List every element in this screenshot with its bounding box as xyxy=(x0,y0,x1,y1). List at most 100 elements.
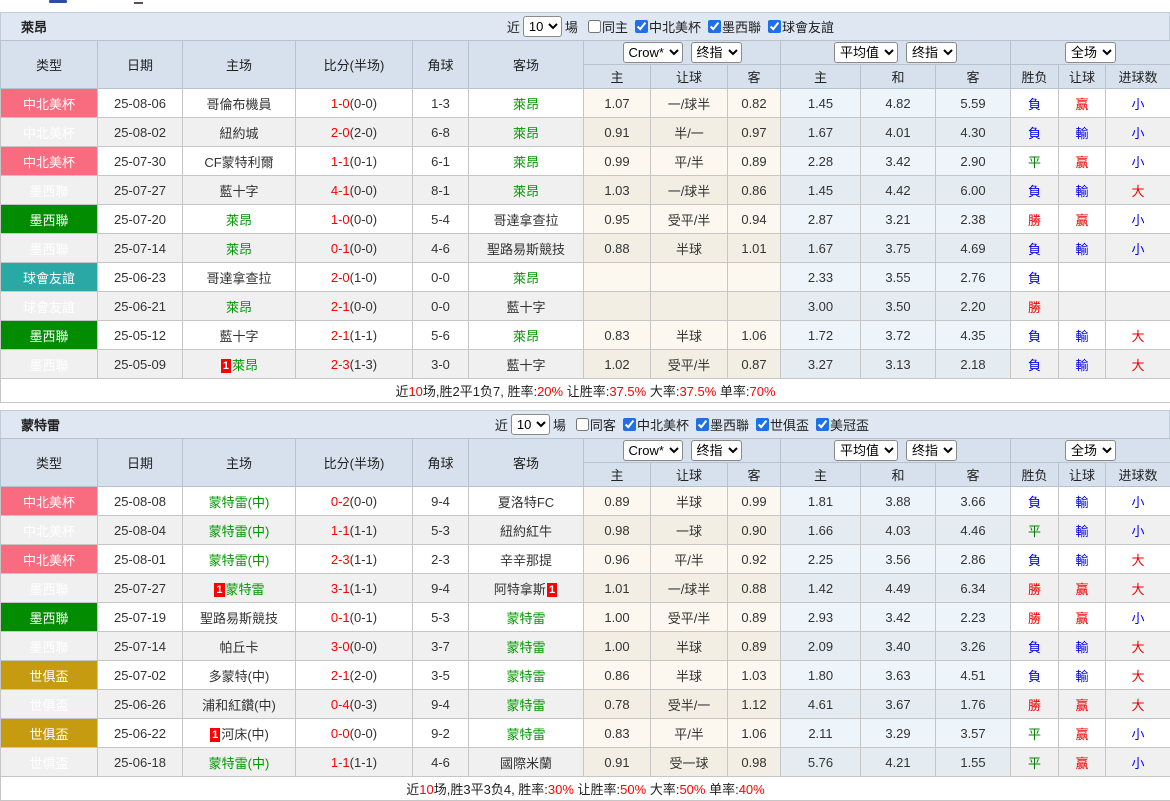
summary-segment: 单率: xyxy=(716,384,749,399)
league-filter-toggle[interactable]: 世俱盃 xyxy=(749,415,809,434)
league-filter-toggle[interactable]: 墨西聯 xyxy=(689,415,749,434)
avg-away-cell: 3.57 xyxy=(936,719,1011,748)
fulltime-score: 0-1 xyxy=(331,241,350,256)
odds-final-select[interactable]: 终指 xyxy=(691,440,742,461)
col-wdl: 胜负 xyxy=(1011,463,1059,487)
same-venue-checkbox[interactable] xyxy=(576,418,589,431)
home-team-cell: 藍十字 xyxy=(183,321,296,350)
avg-draw-cell: 3.21 xyxy=(861,205,936,234)
odds-away-cell: 1.03 xyxy=(728,661,781,690)
rounds-select[interactable]: 10 xyxy=(523,16,562,37)
league-checkbox[interactable] xyxy=(708,20,721,33)
summary-segment: 10 xyxy=(408,384,422,399)
scope-select[interactable]: 全场 xyxy=(1065,440,1116,461)
fulltime-score: 2-1 xyxy=(331,668,350,683)
league-filter-toggle[interactable]: 球會友誼 xyxy=(761,17,834,36)
odds-away-cell: 0.89 xyxy=(728,603,781,632)
rank-badge: 1 xyxy=(210,728,220,742)
avg-home-cell: 2.25 xyxy=(781,545,861,574)
summary-segment: 大率: xyxy=(646,384,679,399)
league-filter-toggle[interactable]: 墨西聯 xyxy=(701,17,761,36)
odds-source-select[interactable]: Crow* xyxy=(623,440,683,461)
league-type-cell: 世俱盃 xyxy=(1,661,98,690)
league-checkbox[interactable] xyxy=(696,418,709,431)
team-name-text: 辛辛那提 xyxy=(500,553,552,568)
score-cell: 1-1(1-1) xyxy=(296,748,413,777)
date-cell: 25-07-14 xyxy=(98,234,183,263)
match-row: 墨西聯25-07-14帕丘卡3-0(0-0)3-7蒙特雷1.00半球0.892.… xyxy=(1,632,1170,661)
team-name-text: 紐約紅牛 xyxy=(500,524,552,539)
odds-handicap-cell: 受平/半 xyxy=(651,603,728,632)
avg-home-cell: 2.33 xyxy=(781,263,861,292)
fulltime-score: 2-1 xyxy=(331,299,350,314)
handicap-result-cell: 輸 xyxy=(1059,321,1106,350)
odds-home-cell: 1.02 xyxy=(584,350,651,379)
col-avg-away: 客 xyxy=(936,463,1011,487)
corner-cell: 9-4 xyxy=(413,574,469,603)
same-venue-checkbox[interactable] xyxy=(588,20,601,33)
league-checkbox[interactable] xyxy=(623,418,636,431)
avg-draw-cell: 3.40 xyxy=(861,632,936,661)
fulltime-score: 3-1 xyxy=(331,581,350,596)
odds-handicap-cell: 半球 xyxy=(651,234,728,263)
avg-source-select[interactable]: 平均值 xyxy=(834,440,898,461)
goals-result-cell: 大 xyxy=(1106,321,1170,350)
league-filter-toggle[interactable]: 美冠盃 xyxy=(809,415,869,434)
goals-result-cell: 小 xyxy=(1106,487,1170,516)
avg-home-cell: 2.09 xyxy=(781,632,861,661)
goals-result-cell: 大 xyxy=(1106,690,1170,719)
date-cell: 25-07-14 xyxy=(98,632,183,661)
odds-away-cell: 1.12 xyxy=(728,690,781,719)
handicap-result-cell: 赢 xyxy=(1059,719,1106,748)
same-venue-toggle[interactable]: 同客 xyxy=(569,415,616,434)
league-checkbox[interactable] xyxy=(756,418,769,431)
home-team-cell: 1蒙特雷 xyxy=(183,574,296,603)
rounds-select[interactable]: 10 xyxy=(511,414,550,435)
odds-away-cell: 0.82 xyxy=(728,89,781,118)
team-name-text: 藍十字 xyxy=(219,329,258,344)
corner-cell: 3-5 xyxy=(413,661,469,690)
score-cell: 1-1(1-1) xyxy=(296,516,413,545)
goals-result-cell: 小 xyxy=(1106,748,1170,777)
scope-select[interactable]: 全场 xyxy=(1065,42,1116,63)
goals-result-cell: 大 xyxy=(1106,545,1170,574)
match-row: 球會友誼25-06-23哥達拿查拉2-0(1-0)0-0萊昂2.333.552.… xyxy=(1,263,1170,292)
handicap-result-cell xyxy=(1059,263,1106,292)
league-checkbox[interactable] xyxy=(768,20,781,33)
odds-home-cell: 0.83 xyxy=(584,719,651,748)
halftime-score: (1-1) xyxy=(350,328,377,343)
goals-result-cell: 小 xyxy=(1106,516,1170,545)
handicap-result-cell: 輸 xyxy=(1059,516,1106,545)
goals-result-cell: 大 xyxy=(1106,350,1170,379)
fulltime-score: 2-1 xyxy=(331,328,350,343)
handicap-result-cell: 輸 xyxy=(1059,234,1106,263)
odds-final-select[interactable]: 终指 xyxy=(691,42,742,63)
col-corner: 角球 xyxy=(413,41,469,89)
odds-source-select[interactable]: Crow* xyxy=(623,42,683,63)
avg-draw-cell: 3.50 xyxy=(861,292,936,321)
team-name-text: 河床(中) xyxy=(221,727,269,742)
score-cell: 4-1(0-0) xyxy=(296,176,413,205)
home-team-cell: 萊昂 xyxy=(183,234,296,263)
score-cell: 2-1(2-0) xyxy=(296,661,413,690)
league-filter-toggle[interactable]: 中北美杯 xyxy=(616,415,689,434)
team-name: 蒙特雷 xyxy=(21,415,60,434)
col-odds-home: 主 xyxy=(584,463,651,487)
avg-source-select[interactable]: 平均值 xyxy=(834,42,898,63)
home-team-cell: 多蒙特(中) xyxy=(183,661,296,690)
odds-home-cell: 0.99 xyxy=(584,147,651,176)
same-venue-toggle[interactable]: 同主 xyxy=(581,17,628,36)
avg-home-cell: 1.45 xyxy=(781,176,861,205)
avg-away-cell: 2.86 xyxy=(936,545,1011,574)
away-team-cell: 紐約紅牛 xyxy=(469,516,584,545)
wdl-result-cell: 負 xyxy=(1011,176,1059,205)
league-filter-toggle[interactable]: 中北美杯 xyxy=(628,17,701,36)
date-cell: 25-08-08 xyxy=(98,487,183,516)
home-team-cell: 1河床(中) xyxy=(183,719,296,748)
league-checkbox[interactable] xyxy=(816,418,829,431)
avg-final-select[interactable]: 终指 xyxy=(906,440,957,461)
avg-final-select[interactable]: 终指 xyxy=(906,42,957,63)
league-checkbox-label: 美冠盃 xyxy=(830,415,869,434)
avg-home-cell: 2.93 xyxy=(781,603,861,632)
league-checkbox[interactable] xyxy=(635,20,648,33)
